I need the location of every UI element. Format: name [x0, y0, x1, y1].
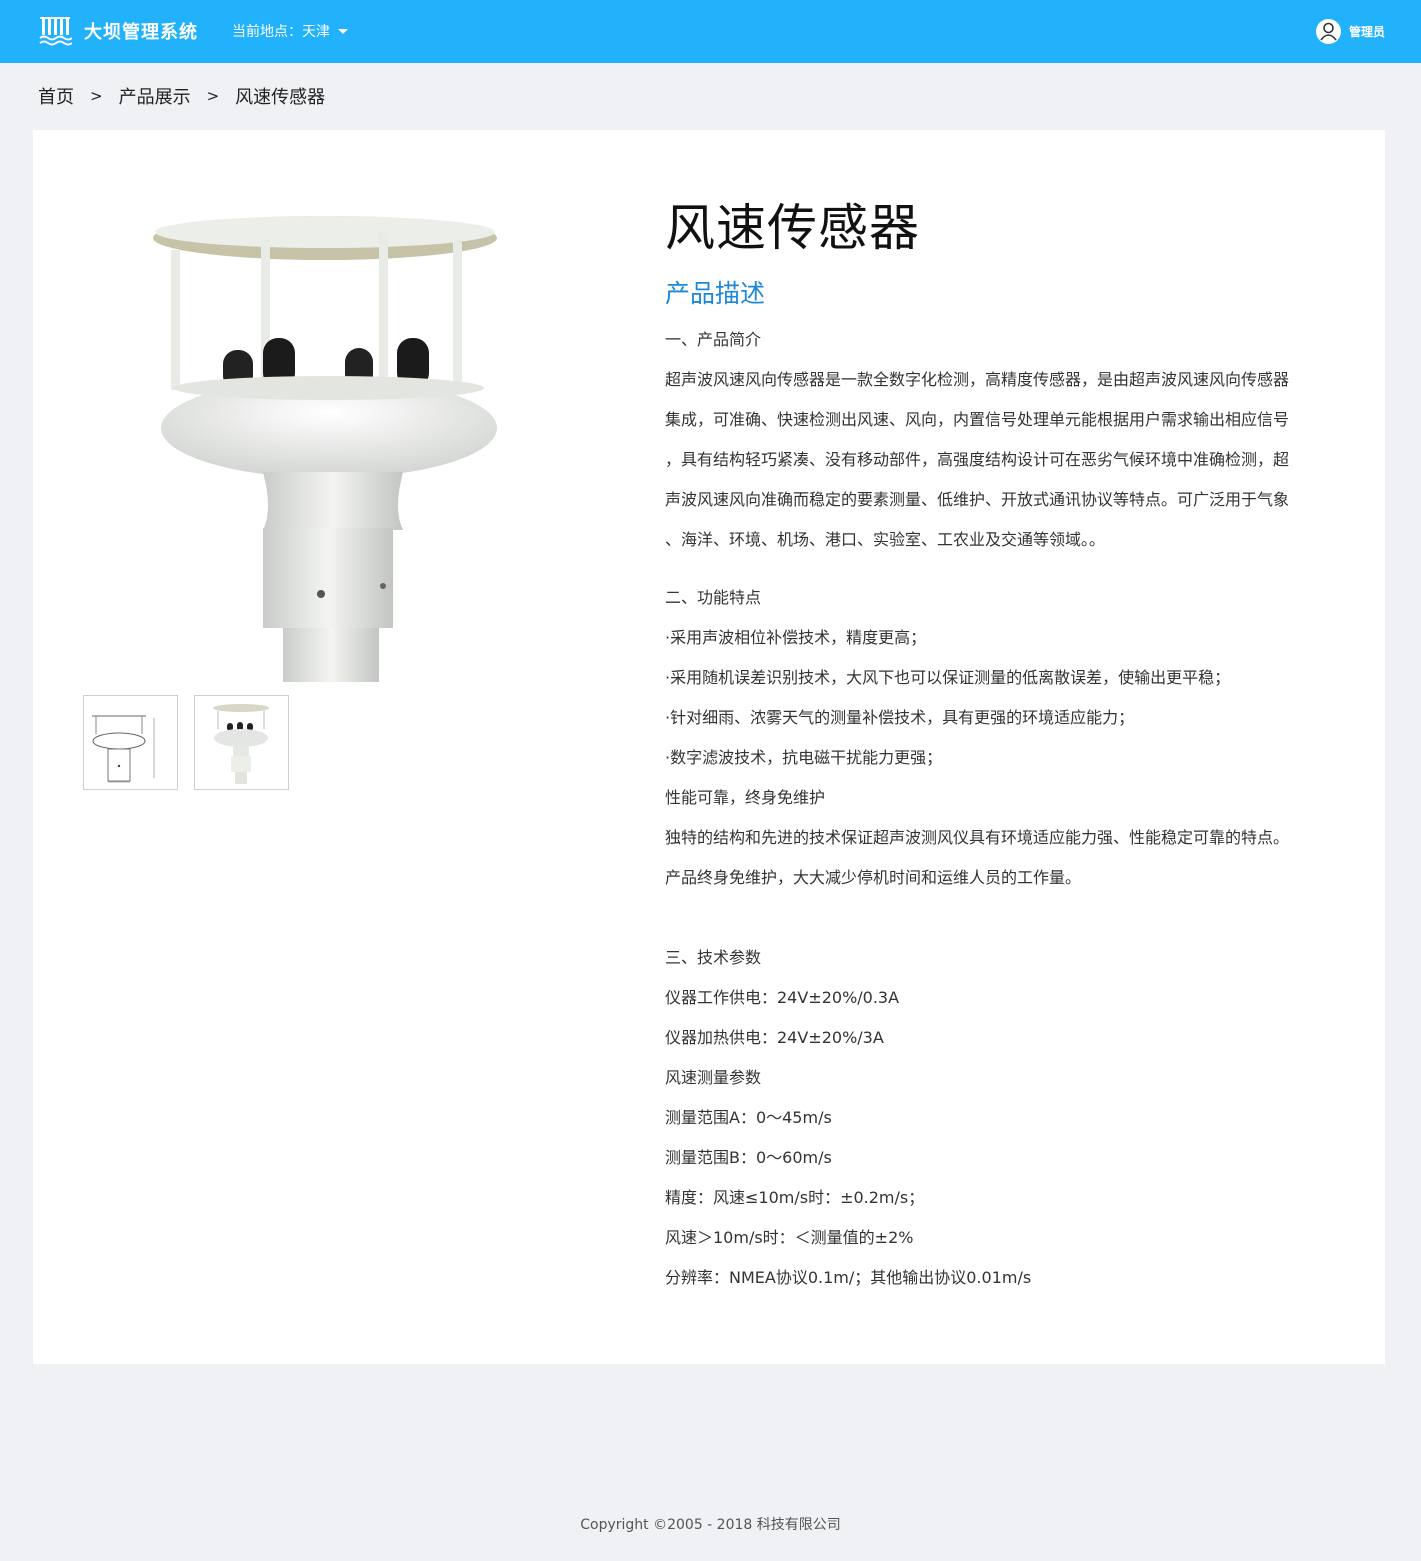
spec-item: 仪器工作供电：24V±20%/0.3A [665, 988, 900, 1007]
user-menu[interactable]: 管理员 [1315, 19, 1385, 44]
feature-item: 独特的结构和先进的技术保证超声波测风仪具有环境适应能力强、性能稳定可靠的特点。 [665, 828, 1290, 847]
product-title: 风速传感器 [665, 199, 920, 257]
breadcrumb-current: 风速传感器 [235, 87, 326, 108]
intro-line: 集成，可准确、快速检测出风速、风向，内置信号处理单元能根据用户需求输出相应信号 [665, 410, 1290, 429]
chevron-down-icon [338, 28, 348, 34]
location-selector[interactable]: 当前地点：天津 [232, 20, 348, 42]
user-icon [1315, 19, 1341, 44]
spec-item: 风速测量参数 [665, 1068, 762, 1087]
feature-item: ·数字滤波技术，抗电磁干扰能力更强； [665, 748, 943, 767]
breadcrumb-separator: > [90, 87, 103, 105]
breadcrumb: 首页 > 产品展示 > 风速传感器 [38, 84, 325, 108]
features-heading: 二、功能特点 [665, 588, 762, 607]
location-label: 当前地点：天津 [232, 24, 330, 40]
intro-line: ，具有结构轻巧紧凑、没有移动部件，高强度结构设计可在恶劣气候环境中准确检测，超 [665, 450, 1290, 469]
dam-icon [38, 14, 73, 48]
intro-heading: 一、产品简介 [665, 330, 762, 349]
brand[interactable]: 大坝管理系统 [38, 14, 198, 48]
product-description: 一、产品简介 超声波风速风向传感器是一款全数字化检测，高精度传感器，是由超声波风… [665, 320, 1305, 1298]
feature-item: ·采用声波相位补偿技术，精度更高； [665, 628, 927, 647]
user-name: 管理员 [1348, 25, 1385, 39]
intro-line: 声波风速风向准确而稳定的要素测量、低维护、开放式通讯协议等特点。可广泛用于气象 [665, 490, 1290, 509]
spec-item: 精度：风速≤10m/s时：±0.2m/s； [665, 1188, 925, 1207]
footer-copyright: Copyright ©2005 - 2018 科技有限公司 [580, 1517, 841, 1533]
top-navbar: 大坝管理系统 当前地点：天津 管理员 [0, 0, 1421, 63]
product-card: 风速传感器 产品描述 一、产品简介 超声波风速风向传感器是一款全数字化检测，高精… [33, 130, 1385, 1364]
intro-line: 超声波风速风向传感器是一款全数字化检测，高精度传感器，是由超声波风速风向传感器 [665, 370, 1290, 389]
breadcrumb-home[interactable]: 首页 [38, 83, 74, 109]
product-description-heading: 产品描述 [665, 279, 766, 308]
feature-item: ·采用随机误差识别技术，大风下也可以保证测量的低离散误差，使输出更平稳； [665, 668, 1231, 687]
breadcrumb-separator: > [206, 87, 220, 105]
specs-heading: 三、技术参数 [665, 948, 762, 967]
app-title: 大坝管理系统 [84, 22, 198, 43]
product-main-image [153, 210, 513, 682]
thumbnail-dimension-drawing[interactable] [83, 695, 178, 790]
intro-line: 、海洋、环境、机场、港口、实验室、工农业及交通等领域。。 [665, 530, 1106, 549]
feature-item: ·针对细雨、浓雾天气的测量补偿技术，具有更强的环境适应能力； [665, 708, 1135, 727]
feature-item: 产品终身免维护，大大减少停机时间和运维人员的工作量。 [665, 868, 1082, 887]
breadcrumb-products[interactable]: 产品展示 [119, 83, 191, 109]
spec-item: 测量范围B：0～60m/s [665, 1148, 832, 1167]
thumbnail-list [83, 695, 305, 790]
thumbnail-product-photo[interactable] [194, 695, 289, 790]
spec-item: 测量范围A：0～45m/s [665, 1108, 832, 1127]
spec-item: 风速＞10m/s时：＜测量值的±2% [665, 1228, 914, 1247]
feature-item: 性能可靠，终身免维护 [665, 788, 826, 807]
spec-item: 分辨率：NMEA协议0.1m/；其他输出协议0.01m/s [665, 1268, 1032, 1287]
spec-item: 仪器加热供电：24V±20%/3A [665, 1028, 884, 1047]
